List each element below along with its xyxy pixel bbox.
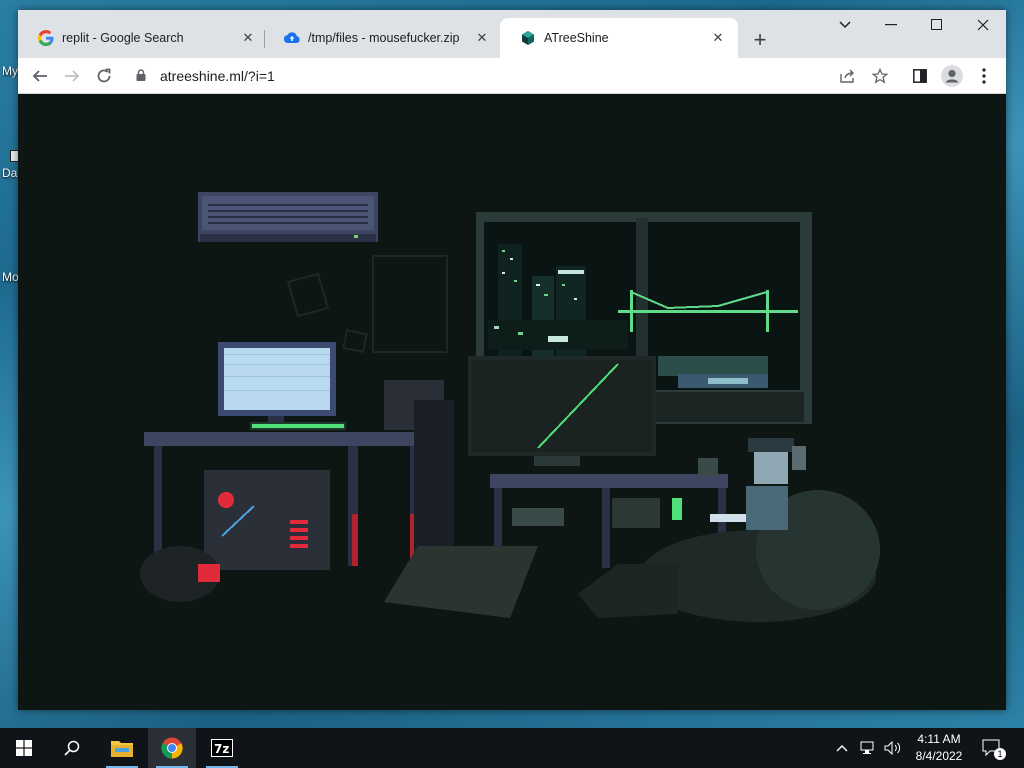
- arrow-left-icon: [32, 70, 47, 82]
- side-panel-button[interactable]: [906, 62, 934, 90]
- taskbar-chrome[interactable]: [148, 728, 196, 768]
- minimize-icon: [885, 24, 897, 26]
- chevron-down-icon: [839, 21, 851, 29]
- tab-close-icon[interactable]: ✕: [710, 30, 726, 46]
- folder-icon: [111, 741, 133, 757]
- tv-illustration: [468, 356, 656, 466]
- lock-icon: [136, 68, 150, 84]
- tab-title: /tmp/files - mousefucker.zip: [308, 31, 460, 45]
- taskbar-7zip[interactable]: 7z: [198, 728, 246, 768]
- start-button[interactable]: [0, 728, 48, 768]
- tab-close-icon[interactable]: ✕: [474, 30, 490, 46]
- profile-button[interactable]: [938, 62, 966, 90]
- share-button[interactable]: [834, 62, 862, 90]
- share-icon: [840, 69, 854, 83]
- network-icon: [860, 741, 874, 754]
- page-viewport[interactable]: [18, 94, 1006, 710]
- close-icon: [977, 19, 989, 31]
- reload-icon: [97, 68, 111, 83]
- tab-atreeshine[interactable]: ATreeShine ✕: [500, 18, 738, 58]
- clock-time: 4:11 AM: [917, 732, 961, 746]
- bookmark-button[interactable]: [866, 62, 894, 90]
- tab-title: ATreeShine: [544, 31, 609, 45]
- toolbar: atreeshine.ml/?i=1: [18, 58, 1006, 94]
- system-clock[interactable]: 4:11 AM 8/4/2022: [908, 731, 970, 765]
- maximize-icon: [931, 19, 942, 30]
- google-g-icon: [38, 30, 54, 46]
- notification-center-button[interactable]: 1: [982, 728, 1006, 768]
- air-conditioner-illustration: [198, 192, 378, 242]
- svg-text:7z: 7z: [214, 742, 229, 756]
- arrow-right-icon: [65, 70, 80, 82]
- tab-files[interactable]: /tmp/files - mousefucker.zip ✕: [264, 18, 502, 58]
- browser-window: replit - Google Search ✕ /tmp/files - mo…: [18, 10, 1006, 710]
- taskbar: 7z 4:11 AM 8/4/2022 1: [0, 728, 1024, 768]
- tab-title: replit - Google Search: [62, 31, 184, 45]
- url-text: atreeshine.ml/?i=1: [160, 68, 275, 84]
- desktop-icon-label[interactable]: Mo: [2, 270, 18, 284]
- network-status[interactable]: [860, 728, 878, 768]
- show-hidden-icons-button[interactable]: [836, 728, 848, 768]
- desktop-icon-label[interactable]: Da: [2, 166, 18, 180]
- volume-control[interactable]: [884, 728, 902, 768]
- taskbar-file-explorer[interactable]: [98, 728, 146, 768]
- chrome-icon: [161, 737, 183, 759]
- side-panel-icon: [913, 69, 927, 83]
- forward-button[interactable]: [58, 62, 86, 90]
- search-icon: [64, 740, 80, 756]
- clock-date: 8/4/2022: [915, 749, 963, 763]
- hexagon-icon: [520, 30, 536, 46]
- tab-google-search[interactable]: replit - Google Search ✕: [18, 18, 268, 58]
- search-button[interactable]: [48, 728, 96, 768]
- minimize-button[interactable]: [868, 10, 914, 40]
- cloud-upload-icon: [284, 30, 300, 46]
- reload-button[interactable]: [90, 62, 118, 90]
- speaker-icon: [884, 741, 901, 755]
- desktop-icon-label[interactable]: My: [2, 64, 18, 78]
- kebab-menu-icon: [982, 68, 986, 84]
- maximize-button[interactable]: [914, 10, 960, 40]
- tab-close-icon[interactable]: ✕: [240, 30, 256, 46]
- avatar-icon: [941, 65, 963, 87]
- menu-button[interactable]: [970, 62, 998, 90]
- new-tab-button[interactable]: +: [746, 26, 774, 54]
- 7zip-icon: 7z: [211, 739, 233, 757]
- close-window-button[interactable]: [960, 10, 1006, 40]
- chevron-up-icon: [836, 745, 848, 752]
- windows-logo-icon: [16, 740, 32, 756]
- star-icon: [872, 68, 888, 84]
- pixel-art-room-scene: [18, 94, 1006, 710]
- tab-search-button[interactable]: [822, 10, 868, 40]
- tab-strip: replit - Google Search ✕ /tmp/files - mo…: [18, 10, 1006, 58]
- back-button[interactable]: [26, 62, 54, 90]
- notification-badge: 1: [994, 748, 1006, 760]
